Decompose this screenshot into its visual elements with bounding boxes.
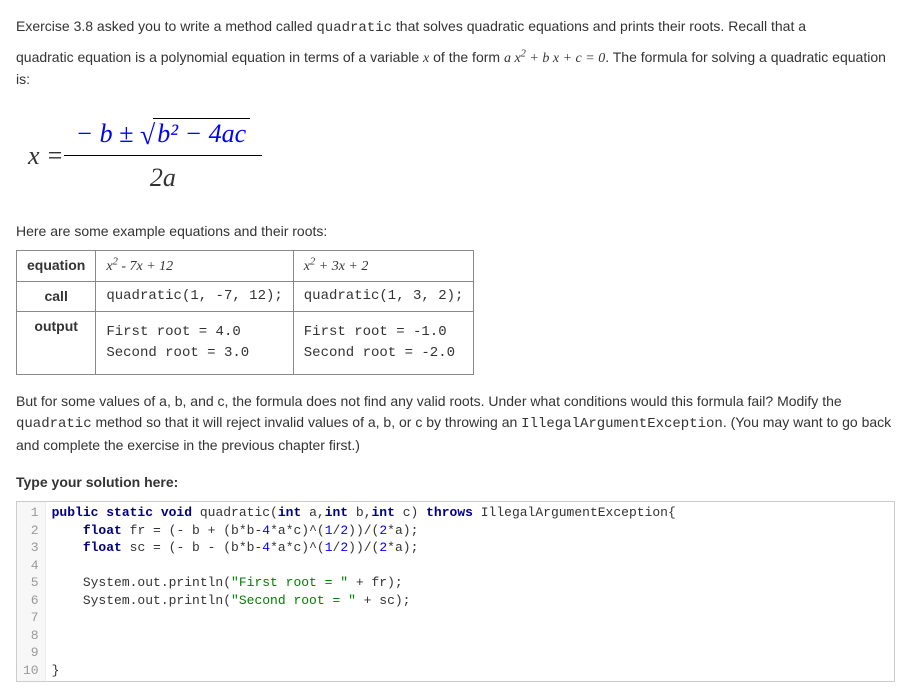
intro-paragraph-1: Exercise 3.8 asked you to write a method…	[16, 16, 895, 39]
type: int	[372, 505, 395, 520]
intro-paragraph-2: quadratic equation is a polynomial equat…	[16, 47, 895, 90]
text: − b ±	[76, 119, 140, 148]
text: that solves quadratic equations and prin…	[392, 18, 806, 34]
code-inline: IllegalArgumentException	[521, 416, 723, 432]
text: *a);	[387, 540, 418, 555]
text: - 7x + 12	[118, 259, 173, 274]
string: "Second root = "	[231, 593, 356, 608]
text: System.out.println(	[52, 593, 231, 608]
text: c)	[395, 505, 426, 520]
text: a x	[504, 51, 521, 66]
sqrt-contents: b² − 4ac	[153, 118, 250, 148]
call-cell: quadratic(1, -7, 12);	[96, 282, 293, 312]
code-editor[interactable]: 1 2 3 4 5 6 7 8 9 10 public static void …	[16, 501, 895, 682]
number: 4	[262, 523, 270, 538]
code-inline: quadratic	[316, 20, 392, 36]
string: "First root = "	[231, 575, 348, 590]
header-output: output	[17, 312, 96, 375]
type: float	[83, 540, 122, 555]
text: IllegalArgumentException{	[473, 505, 676, 520]
equation-cell: x2 - 7x + 12	[96, 251, 293, 282]
text: quadratic(	[192, 505, 278, 520]
text: method so that it will reject invalid va…	[92, 414, 522, 430]
text: + 3x + 2	[315, 259, 368, 274]
text: quadratic equation is a polynomial equat…	[16, 49, 423, 65]
text: + b x + c = 0	[526, 51, 605, 66]
type: int	[325, 505, 348, 520]
formula-denominator: 2a	[64, 155, 263, 197]
output-cell: First root = -1.0 Second root = -2.0	[293, 312, 474, 375]
line-number-gutter: 1 2 3 4 5 6 7 8 9 10	[17, 502, 46, 681]
type: float	[83, 523, 122, 538]
header-call: call	[17, 282, 96, 312]
number: 2	[340, 540, 348, 555]
header-equation: equation	[17, 251, 96, 282]
text: a,	[301, 505, 324, 520]
text: Exercise 3.8 asked you to write a method…	[16, 18, 316, 34]
text	[52, 523, 83, 538]
text	[52, 540, 83, 555]
output-cell: First root = 4.0 Second root = 3.0	[96, 312, 293, 375]
keyword: public static void	[52, 505, 192, 520]
table-row: equation x2 - 7x + 12 x2 + 3x + 2	[17, 251, 474, 282]
text: + sc);	[356, 593, 411, 608]
number: 2	[379, 540, 387, 555]
keyword: throws	[426, 505, 473, 520]
call-cell: quadratic(1, 3, 2);	[293, 282, 474, 312]
text: *a*c)^(	[270, 540, 325, 555]
code-content[interactable]: public static void quadratic(int a,int b…	[46, 502, 894, 681]
math-inline: a x2 + b x + c = 0	[504, 51, 605, 66]
text: b,	[348, 505, 371, 520]
text: sc = (- b - (b*b-	[122, 540, 262, 555]
text: }	[52, 663, 60, 678]
text: *a*c)^(	[270, 523, 325, 538]
text: ))/(	[348, 540, 379, 555]
number: 4	[262, 540, 270, 555]
table-row: call quadratic(1, -7, 12); quadratic(1, …	[17, 282, 474, 312]
solution-label: Type your solution here:	[16, 472, 895, 493]
examples-intro: Here are some example equations and thei…	[16, 221, 895, 242]
number: 1	[325, 540, 333, 555]
text: But for some values of a, b, and c, the …	[16, 393, 842, 409]
number: 1	[325, 523, 333, 538]
text: ))/(	[348, 523, 379, 538]
text: *a);	[387, 523, 418, 538]
formula-lhs: x =	[28, 136, 64, 175]
formula-fraction: − b ± √b² − 4ac 2a	[70, 114, 257, 197]
code-inline: quadratic	[16, 416, 92, 432]
quadratic-formula: x = − b ± √b² − 4ac 2a	[28, 114, 883, 197]
type: int	[278, 505, 301, 520]
equation-cell: x2 + 3x + 2	[293, 251, 474, 282]
number: 2	[340, 523, 348, 538]
table-row: output First root = 4.0 Second root = 3.…	[17, 312, 474, 375]
text: of the form	[429, 49, 504, 65]
text: System.out.println(	[52, 575, 231, 590]
formula-numerator: − b ± √b² − 4ac	[70, 114, 257, 155]
text: + fr);	[348, 575, 403, 590]
text: fr = (- b + (b*b-	[122, 523, 262, 538]
number: 2	[379, 523, 387, 538]
examples-table: equation x2 - 7x + 12 x2 + 3x + 2 call q…	[16, 250, 474, 375]
followup-paragraph: But for some values of a, b, and c, the …	[16, 391, 895, 456]
